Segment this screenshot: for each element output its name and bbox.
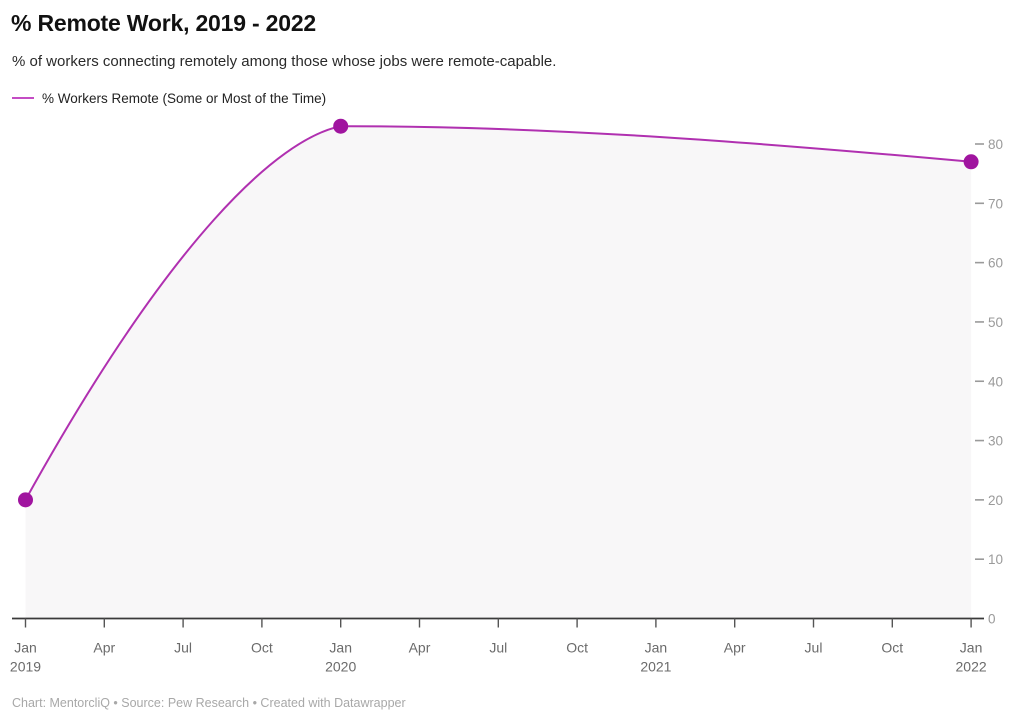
- svg-text:2021: 2021: [640, 659, 671, 675]
- x-axis-ticks: [24, 618, 972, 628]
- svg-text:80: 80: [988, 137, 1003, 152]
- svg-text:60: 60: [988, 256, 1003, 271]
- chart-container: % Remote Work, 2019 - 2022 % of workers …: [0, 0, 1024, 724]
- svg-text:Apr: Apr: [93, 640, 115, 656]
- svg-text:Jul: Jul: [489, 640, 507, 656]
- svg-text:Oct: Oct: [251, 640, 273, 656]
- svg-text:2019: 2019: [10, 659, 41, 675]
- svg-text:Jul: Jul: [805, 640, 823, 656]
- svg-text:Jan: Jan: [329, 640, 352, 656]
- svg-text:Oct: Oct: [566, 640, 588, 656]
- y-axis-labels: 0 10 20 30 40 50 60 70 80: [988, 137, 1003, 627]
- y-axis-ticks: [975, 143, 984, 560]
- svg-text:30: 30: [988, 434, 1003, 449]
- svg-text:0: 0: [988, 612, 996, 627]
- svg-text:Jul: Jul: [174, 640, 192, 656]
- x-axis-labels: Jan 2019 Apr Jul Oct Jan 2020 Apr Jul Oct Jan 2021 A…: [10, 640, 987, 675]
- svg-text:2022: 2022: [956, 659, 987, 675]
- svg-text:2020: 2020: [325, 659, 356, 675]
- svg-text:70: 70: [988, 196, 1003, 211]
- svg-text:Apr: Apr: [409, 640, 431, 656]
- svg-text:Oct: Oct: [881, 640, 903, 656]
- chart-footer-credit: Chart: MentorcliQ • Source: Pew Research…: [12, 696, 406, 710]
- svg-text:Jan: Jan: [645, 640, 668, 656]
- plot-area: 0 10 20 30 40 50 60 70 80 Jan 2019 Apr Jul Oct Jan 202…: [10, 118, 1003, 675]
- svg-text:Jan: Jan: [960, 640, 983, 656]
- svg-text:20: 20: [988, 493, 1003, 508]
- svg-text:10: 10: [988, 552, 1003, 567]
- svg-text:Apr: Apr: [724, 640, 746, 656]
- svg-text:Jan: Jan: [14, 640, 37, 656]
- area-fill: [25, 126, 972, 619]
- svg-text:40: 40: [988, 374, 1003, 389]
- svg-text:50: 50: [988, 315, 1003, 330]
